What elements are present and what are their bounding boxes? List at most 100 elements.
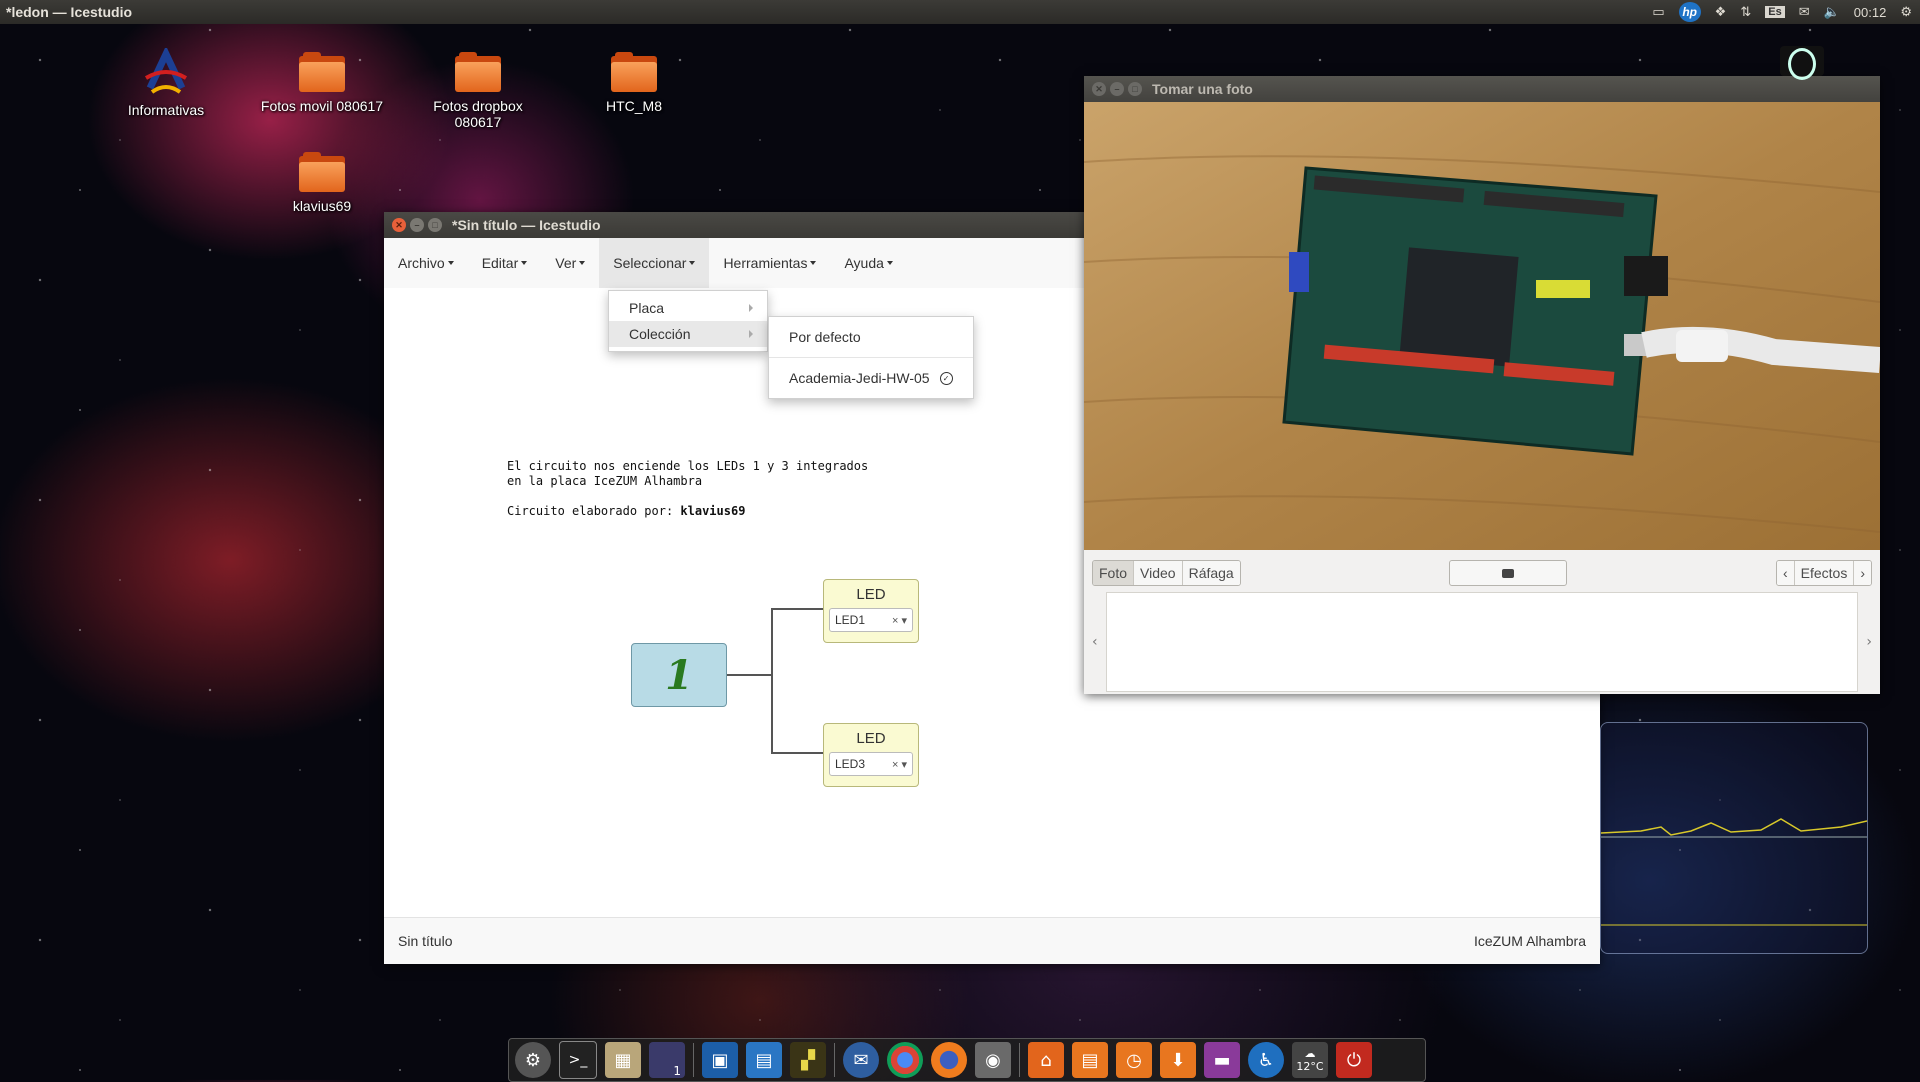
desktop-icon-label: Informativas bbox=[127, 102, 205, 118]
accessibility-icon[interactable]: ♿ bbox=[1248, 1042, 1284, 1078]
led-block-2[interactable]: LED LED3 × ▾ bbox=[823, 723, 919, 787]
folder-icon bbox=[611, 52, 657, 92]
maximize-button[interactable]: □ bbox=[1128, 82, 1142, 96]
photo-thumbnails: ‹ › bbox=[1092, 592, 1872, 692]
keyboard-layout-indicator[interactable]: Es bbox=[1765, 6, 1785, 18]
dock-bar: ⚙ >_ ▦ 1 ▣ ▤ ▞ ✉ ◉ ⌂ ▤ ◷ ⬇ ▬ ♿ ☁ 12°C ⏻ bbox=[508, 1038, 1426, 1082]
minimize-button[interactable]: – bbox=[410, 218, 424, 232]
desktop-icon-label: klavius69 bbox=[292, 198, 352, 214]
take-photo-button[interactable] bbox=[1449, 560, 1568, 586]
coleccion-submenu: Por defecto Academia-Jedi-HW-05 ✓ bbox=[768, 316, 974, 399]
desktop-icon-fotos-movil[interactable]: Fotos movil 080617 bbox=[252, 52, 392, 114]
menu-archivo[interactable]: Archivo bbox=[384, 238, 468, 288]
menu-ayuda[interactable]: Ayuda bbox=[830, 238, 906, 288]
menu-item-placa[interactable]: Placa bbox=[609, 295, 767, 321]
menu-editar[interactable]: Editar bbox=[468, 238, 542, 288]
system-tray: ▭ hp ❖ ⇅ Es ✉ 🔈 00:12 ⚙ bbox=[1652, 2, 1920, 22]
camera-titlebar[interactable]: ✕ – □ Tomar una foto bbox=[1084, 76, 1880, 102]
effects-button[interactable]: Efectos bbox=[1794, 561, 1855, 585]
desktop-icon-htc-m8[interactable]: HTC_M8 bbox=[564, 52, 704, 114]
menu-item-coleccion[interactable]: Colección bbox=[609, 321, 767, 347]
document-viewer-icon[interactable]: ▤ bbox=[746, 1042, 782, 1078]
home-folder-icon[interactable]: ⌂ bbox=[1028, 1042, 1064, 1078]
clock[interactable]: 00:12 bbox=[1854, 5, 1887, 20]
mail-icon[interactable]: ✉ bbox=[1799, 4, 1810, 20]
desktop-icon-label: HTC_M8 bbox=[605, 98, 662, 114]
aeat-logo-icon bbox=[142, 45, 190, 96]
avatar-icon bbox=[1788, 48, 1816, 80]
desktop-icon-fotos-dropbox[interactable]: Fotos dropbox 080617 bbox=[408, 52, 548, 130]
workspace-switcher-icon[interactable]: 1 bbox=[649, 1042, 685, 1078]
user-avatar[interactable] bbox=[1780, 46, 1824, 80]
led-pin-select[interactable]: LED3 × ▾ bbox=[829, 752, 913, 776]
mode-video-button[interactable]: Video bbox=[1134, 561, 1183, 585]
dock-separator bbox=[834, 1043, 835, 1077]
menu-item-por-defecto[interactable]: Por defecto bbox=[769, 323, 973, 351]
maximize-button[interactable]: □ bbox=[428, 218, 442, 232]
volume-icon[interactable]: 🔈 bbox=[1824, 4, 1840, 20]
ubuntu-menu-icon[interactable]: ⚙ bbox=[515, 1042, 551, 1078]
camera-app-icon[interactable]: ◉ bbox=[975, 1042, 1011, 1078]
next-effect-button[interactable]: › bbox=[1854, 561, 1871, 585]
downloads-folder-icon[interactable]: ⬇ bbox=[1160, 1042, 1196, 1078]
weather-temperature: 12°C bbox=[1296, 1060, 1324, 1073]
status-project-name: Sin título bbox=[398, 933, 453, 949]
thumbnail-strip[interactable] bbox=[1105, 592, 1859, 692]
active-window-title: *ledon — Icestudio bbox=[6, 4, 133, 20]
mode-foto-button[interactable]: Foto bbox=[1093, 561, 1135, 585]
gear-icon[interactable]: ⚙ bbox=[1900, 4, 1912, 20]
close-button[interactable]: ✕ bbox=[392, 218, 406, 232]
menu-divider bbox=[769, 357, 973, 358]
led-block-1[interactable]: LED LED1 × ▾ bbox=[823, 579, 919, 643]
scroll-left-icon[interactable]: ‹ bbox=[1092, 634, 1098, 650]
close-button[interactable]: ✕ bbox=[1092, 82, 1106, 96]
scroll-right-icon[interactable]: › bbox=[1866, 634, 1872, 650]
desktop-icon-label: Fotos movil 080617 bbox=[260, 98, 384, 114]
folder-icon bbox=[455, 52, 501, 92]
image-editor-icon[interactable]: ▞ bbox=[790, 1042, 826, 1078]
menu-ver[interactable]: Ver bbox=[541, 238, 599, 288]
network-icon[interactable]: ⇅ bbox=[1740, 4, 1751, 20]
previous-effect-button[interactable]: ‹ bbox=[1776, 561, 1795, 585]
archive-icon[interactable]: ▦ bbox=[605, 1042, 641, 1078]
thunderbird-icon[interactable]: ✉ bbox=[843, 1042, 879, 1078]
constant-value: 1 bbox=[665, 651, 693, 699]
terminal-icon[interactable]: >_ bbox=[559, 1041, 597, 1079]
video-folder-icon[interactable]: ▬ bbox=[1204, 1042, 1240, 1078]
effects-navigation: ‹ Efectos › bbox=[1775, 560, 1872, 586]
menu-seleccionar[interactable]: Seleccionar bbox=[599, 238, 710, 288]
camera-window: ✕ – □ Tomar una foto Foto Video Ráfaga ‹… bbox=[1084, 76, 1880, 694]
constant-block[interactable]: 1 bbox=[631, 643, 727, 707]
led-title: LED bbox=[856, 730, 886, 747]
desktop-icon-klavius69[interactable]: klavius69 bbox=[252, 152, 392, 214]
power-icon[interactable]: ⏻ bbox=[1336, 1042, 1372, 1078]
documents-folder-icon[interactable]: ▤ bbox=[1072, 1042, 1108, 1078]
mode-rafaga-button[interactable]: Ráfaga bbox=[1182, 561, 1240, 585]
minimize-button[interactable]: – bbox=[1110, 82, 1124, 96]
camera-icon bbox=[1502, 568, 1515, 578]
desktop-icon-label: Fotos dropbox 080617 bbox=[433, 98, 523, 130]
capture-mode-switch: Foto Video Ráfaga bbox=[1092, 560, 1241, 586]
dropbox-icon[interactable]: ❖ bbox=[1715, 4, 1727, 20]
workspace-badge: 1 bbox=[673, 1064, 681, 1078]
firefox-icon[interactable] bbox=[931, 1042, 967, 1078]
led-pin-select[interactable]: LED1 × ▾ bbox=[829, 608, 913, 632]
camera-preview-image bbox=[1084, 102, 1880, 550]
folder-icon bbox=[299, 52, 345, 92]
desktop-icon-informativas[interactable]: Informativas bbox=[96, 45, 236, 118]
weather-icon[interactable]: ☁ 12°C bbox=[1292, 1042, 1328, 1078]
window-title: *Sin título — Icestudio bbox=[452, 217, 601, 233]
hp-icon[interactable]: hp bbox=[1678, 2, 1701, 22]
keyboard-icon[interactable]: ▭ bbox=[1652, 4, 1664, 20]
chrome-icon[interactable] bbox=[887, 1042, 923, 1078]
menu-item-academia-jedi[interactable]: Academia-Jedi-HW-05 ✓ bbox=[769, 364, 973, 392]
system-monitor-widget bbox=[1600, 722, 1868, 954]
monitor-graph bbox=[1600, 818, 1868, 926]
screenshot-icon[interactable]: ▣ bbox=[702, 1042, 738, 1078]
camera-toolbar: Foto Video Ráfaga ‹ Efectos › bbox=[1092, 558, 1872, 588]
recent-folder-icon[interactable]: ◷ bbox=[1116, 1042, 1152, 1078]
camera-window-title: Tomar una foto bbox=[1152, 81, 1253, 97]
top-panel: *ledon — Icestudio ▭ hp ❖ ⇅ Es ✉ 🔈 00:12… bbox=[0, 0, 1920, 24]
seleccionar-dropdown: Placa Colección bbox=[608, 290, 768, 352]
menu-herramientas[interactable]: Herramientas bbox=[709, 238, 830, 288]
